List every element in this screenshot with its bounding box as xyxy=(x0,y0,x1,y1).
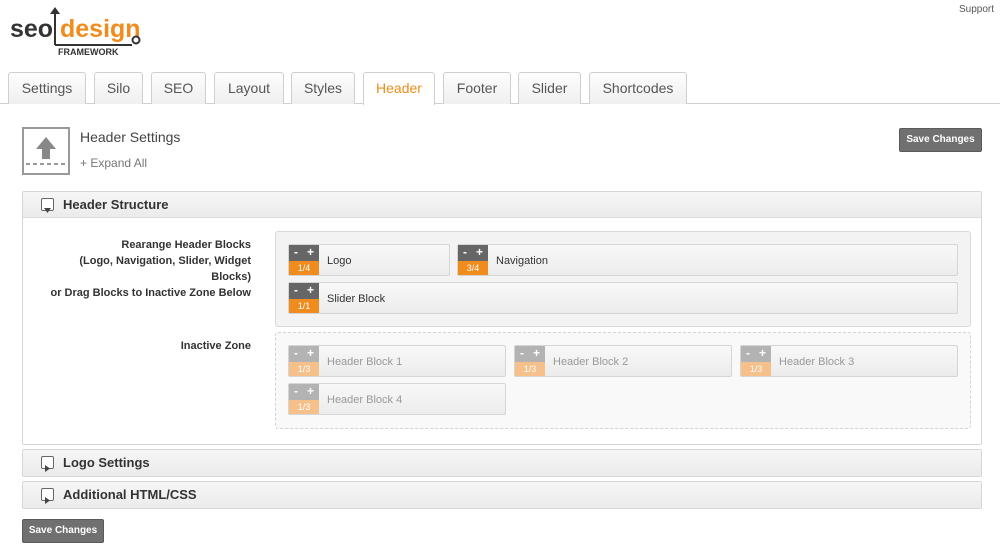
save-changes-button-top[interactable]: Save Changes xyxy=(899,128,982,152)
shrink-button[interactable]: - xyxy=(294,245,298,260)
grow-button[interactable]: + xyxy=(307,283,314,298)
shrink-button[interactable]: - xyxy=(520,346,524,361)
rearrange-label-line: or Drag Blocks to Inactive Zone Below xyxy=(50,287,252,299)
grow-button[interactable]: + xyxy=(307,245,314,260)
save-changes-button-bottom[interactable]: Save Changes xyxy=(22,519,104,543)
logo-settings-toggle[interactable]: Logo Settings xyxy=(23,450,981,476)
grow-button[interactable]: + xyxy=(476,245,483,260)
block-name: Header Block 3 xyxy=(779,356,855,368)
header-block-3[interactable]: - + 1/3 Header Block 3 xyxy=(740,345,958,377)
shrink-button[interactable]: - xyxy=(294,384,298,399)
shrink-button[interactable]: - xyxy=(294,346,298,361)
block-size: 1/4 xyxy=(289,261,319,275)
tab-footer[interactable]: Footer xyxy=(443,72,511,104)
tab-seo[interactable]: SEO xyxy=(151,72,206,104)
logo-seo-text: seo xyxy=(10,15,53,43)
logo-settings-title: Logo Settings xyxy=(63,455,150,470)
tab-slider[interactable]: Slider xyxy=(518,72,581,104)
header-block-1[interactable]: - + 1/3 Header Block 1 xyxy=(288,345,506,377)
tab-bar: Settings Silo SEO Layout Styles Header F… xyxy=(0,72,1000,105)
block-name: Logo xyxy=(327,255,352,267)
active-zone[interactable]: - + 1/4 Logo - + 3/4 Navigation - + 1/1 Sli… xyxy=(275,231,971,327)
brand-logo: seo design FRAMEWORK xyxy=(8,4,168,60)
block-name: Header Block 4 xyxy=(327,394,403,406)
additional-html-css-toggle[interactable]: Additional HTML/CSS xyxy=(23,482,981,508)
header-block-navigation[interactable]: - + 3/4 Navigation xyxy=(457,244,958,276)
tab-styles[interactable]: Styles xyxy=(291,72,355,104)
grow-button[interactable]: + xyxy=(307,346,314,361)
tab-silo[interactable]: Silo xyxy=(94,72,143,104)
grow-button[interactable]: + xyxy=(759,346,766,361)
rearrange-label: Rearange Header Blocks (Logo, Navigation… xyxy=(43,237,252,301)
logo-framework-text: FRAMEWORK xyxy=(58,47,119,57)
grow-button[interactable]: + xyxy=(307,384,314,399)
block-name: Slider Block xyxy=(327,293,386,305)
block-name: Navigation xyxy=(496,255,548,267)
additional-html-css-panel: Additional HTML/CSS xyxy=(22,481,982,509)
block-size: 1/1 xyxy=(289,299,319,313)
expand-arrow-icon xyxy=(41,456,54,472)
page-title: Header Settings xyxy=(80,129,181,145)
support-link[interactable]: Support xyxy=(959,4,994,15)
collapse-arrow-icon xyxy=(41,198,54,213)
rearrange-label-line: (Logo, Navigation, Slider, Widget xyxy=(79,255,251,267)
logo-settings-panel: Logo Settings xyxy=(22,449,982,477)
inactive-zone[interactable]: - + 1/3 Header Block 1 - + 1/3 Header Bloc… xyxy=(275,332,971,429)
expand-all-link[interactable]: + Expand All xyxy=(80,156,147,170)
tab-header[interactable]: Header xyxy=(363,72,435,105)
header-structure-toggle[interactable]: Header Structure xyxy=(23,192,981,218)
logo-design-text: design xyxy=(60,15,141,43)
tab-settings[interactable]: Settings xyxy=(8,72,86,104)
block-name: Header Block 1 xyxy=(327,356,403,368)
block-size: 1/3 xyxy=(515,362,545,376)
block-size: 3/4 xyxy=(458,261,488,275)
header-block-2[interactable]: - + 1/3 Header Block 2 xyxy=(514,345,732,377)
header-structure-panel: Header Structure Rearange Header Blocks … xyxy=(22,191,982,445)
header-block-slider[interactable]: - + 1/1 Slider Block xyxy=(288,282,958,314)
rearrange-label-line: Blocks) xyxy=(211,271,251,283)
header-settings-icon xyxy=(22,127,70,175)
tab-shortcodes[interactable]: Shortcodes xyxy=(589,72,687,104)
expand-arrow-icon xyxy=(41,488,54,504)
additional-html-css-title: Additional HTML/CSS xyxy=(63,487,197,502)
shrink-button[interactable]: - xyxy=(294,283,298,298)
shrink-button[interactable]: - xyxy=(463,245,467,260)
block-size: 1/3 xyxy=(741,362,771,376)
inactive-zone-label: Inactive Zone xyxy=(180,340,251,352)
block-size: 1/3 xyxy=(289,400,319,414)
header-block-logo[interactable]: - + 1/4 Logo xyxy=(288,244,450,276)
header-structure-title: Header Structure xyxy=(63,197,169,212)
block-name: Header Block 2 xyxy=(553,356,629,368)
grow-button[interactable]: + xyxy=(533,346,540,361)
tab-layout[interactable]: Layout xyxy=(214,72,284,104)
shrink-button[interactable]: - xyxy=(746,346,750,361)
header-block-4[interactable]: - + 1/3 Header Block 4 xyxy=(288,383,506,415)
rearrange-label-line: Rearange Header Blocks xyxy=(121,239,251,251)
block-size: 1/3 xyxy=(289,362,319,376)
